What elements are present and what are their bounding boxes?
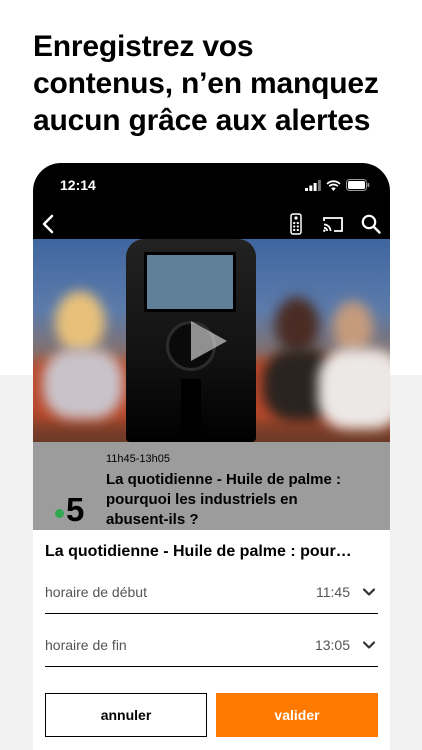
start-time-field[interactable]: horaire de début 11:45 xyxy=(45,570,378,614)
headline-line-3: aucun grâce aux alertes xyxy=(33,104,371,137)
person-left-body xyxy=(43,349,123,419)
alert-sheet: La quotidienne - Huile de palme : pour… … xyxy=(33,530,390,750)
cast-button[interactable] xyxy=(320,211,346,237)
wifi-icon xyxy=(326,179,341,191)
program-title-line-1: La quotidienne - Huile de palme : xyxy=(106,471,342,488)
battery-icon xyxy=(346,179,370,191)
confirm-button[interactable]: valider xyxy=(216,693,378,737)
headline-line-1: Enregistrez vos xyxy=(33,30,254,63)
back-button[interactable] xyxy=(35,211,61,237)
remote-button[interactable] xyxy=(283,211,309,237)
program-title: La quotidienne - Huile de palme : pourqu… xyxy=(106,470,386,530)
person-right-body xyxy=(318,349,390,429)
camera-monitor xyxy=(144,252,236,312)
remote-icon xyxy=(290,213,302,235)
nav-bar xyxy=(33,207,390,241)
person-right-head xyxy=(333,301,373,353)
start-time-value: 11:45 xyxy=(316,584,350,600)
search-button[interactable] xyxy=(358,211,384,237)
program-info: 11h45-13h05 La quotidienne - Huile de pa… xyxy=(33,442,390,530)
camera-tripod xyxy=(181,379,201,442)
end-time-label: horaire de fin xyxy=(45,637,127,653)
start-time-label: horaire de début xyxy=(45,584,147,600)
cast-icon xyxy=(323,216,343,232)
video-player[interactable] xyxy=(33,239,390,442)
promo-headline: Enregistrez vos contenus, n’en manquez a… xyxy=(33,28,413,139)
end-time-value: 13:05 xyxy=(314,637,350,653)
chevron-left-icon xyxy=(42,214,54,234)
chevron-down-icon xyxy=(362,641,376,649)
status-icons xyxy=(305,178,370,192)
status-bar: 12:14 xyxy=(33,163,390,207)
channel-logo: 5 xyxy=(55,492,95,528)
chevron-down-icon xyxy=(362,588,376,596)
end-time-field[interactable]: horaire de fin 13:05 xyxy=(45,623,378,667)
cancel-button[interactable]: annuler xyxy=(45,693,207,737)
status-time: 12:14 xyxy=(60,177,96,193)
program-title-line-2: pourquoi les industriels en xyxy=(106,491,298,508)
program-time-range: 11h45-13h05 xyxy=(106,453,171,465)
channel-number: 5 xyxy=(66,491,85,528)
headline-line-2: contenus, n’en manquez xyxy=(33,67,379,100)
search-icon xyxy=(361,214,381,234)
play-icon[interactable] xyxy=(189,319,229,363)
sheet-title: La quotidienne - Huile de palme : pour… xyxy=(45,543,352,560)
channel-dot-icon xyxy=(55,509,64,518)
program-title-line-3: abusent-ils ? xyxy=(106,511,199,528)
signal-icon xyxy=(305,179,321,191)
person-left-head xyxy=(55,291,105,353)
person-middle-head xyxy=(275,297,319,353)
